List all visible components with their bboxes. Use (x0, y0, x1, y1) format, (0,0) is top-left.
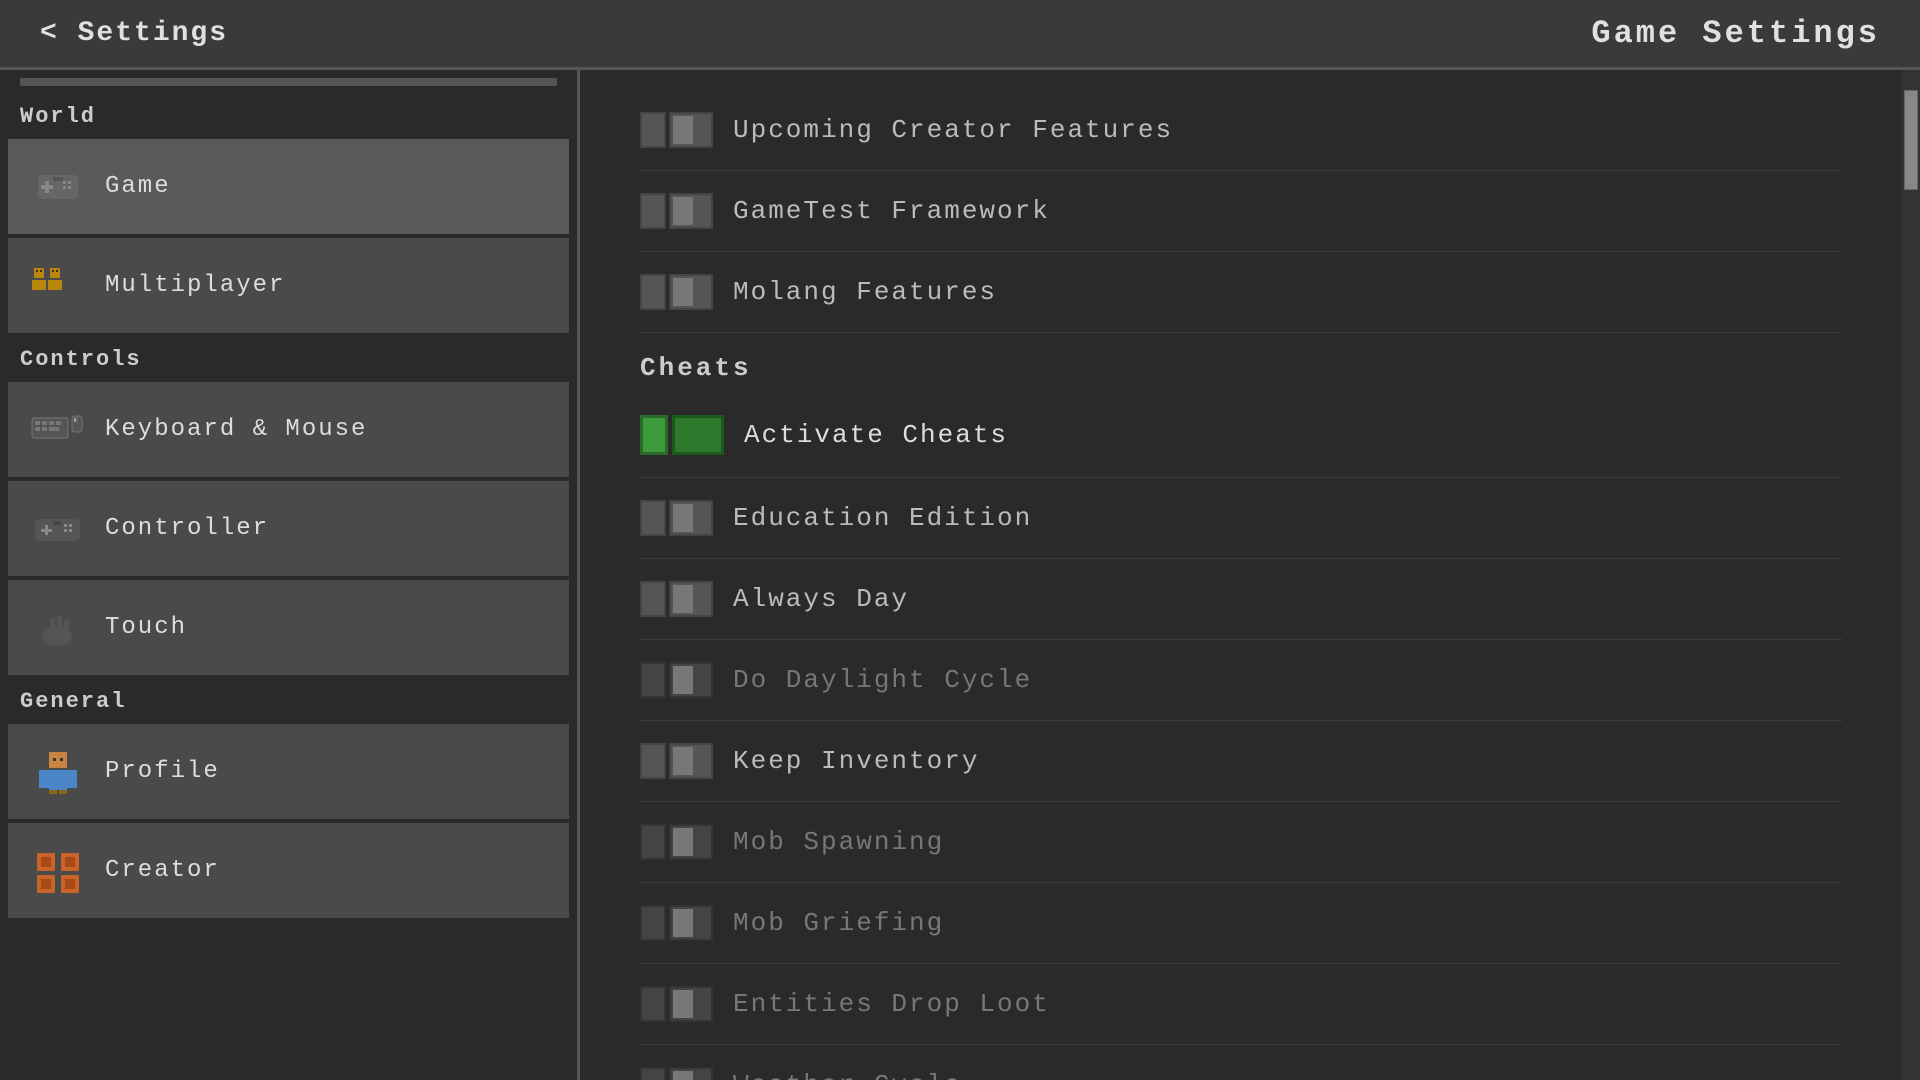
sidebar-item-controller-label: Controller (105, 515, 269, 542)
toggle-left-molang (640, 274, 666, 310)
mob-griefing-toggle[interactable] (640, 905, 713, 941)
molang-label: Molang Features (733, 277, 1842, 307)
daylight-toggle[interactable] (640, 662, 713, 698)
entities-drop-label: Entities Drop Loot (733, 989, 1842, 1019)
setting-row-mob-griefing: Mob Griefing (640, 883, 1842, 964)
mob-spawning-label: Mob Spawning (733, 827, 1842, 857)
scroll-thumb[interactable] (1904, 90, 1918, 190)
toggle-right-always-day (669, 581, 713, 617)
setting-row-keep-inventory: Keep Inventory (640, 721, 1842, 802)
always-day-label: Always Day (733, 584, 1842, 614)
toggle-right-entities (669, 986, 713, 1022)
upcoming-creator-toggle[interactable] (640, 112, 713, 148)
toggle-right-inventory (669, 743, 713, 779)
gametest-label: GameTest Framework (733, 196, 1842, 226)
sidebar-item-touch-label: Touch (105, 614, 187, 641)
sidebar-item-keyboard-label: Keyboard & Mouse (105, 416, 367, 443)
page-title: Game Settings (1591, 15, 1880, 52)
controls-section-label: Controls (0, 337, 577, 378)
toggle-right-mob-grief (669, 905, 713, 941)
toggle-right-daylight (669, 662, 713, 698)
sidebar-item-creator-label: Creator (105, 857, 220, 884)
content-area: Upcoming Creator Features GameTest Frame… (580, 70, 1902, 1080)
setting-row-weather: Weather Cycle (640, 1045, 1842, 1080)
game-icon (30, 159, 85, 214)
toggle-left-always-day (640, 581, 666, 617)
toggle-right-molang (669, 274, 713, 310)
profile-icon (30, 744, 85, 799)
toggle-left-cheats (640, 415, 668, 455)
sidebar-item-touch[interactable]: Touch (8, 580, 569, 675)
education-label: Education Edition (733, 503, 1842, 533)
main-layout: World Game (0, 70, 1920, 1080)
weather-label: Weather Cycle (733, 1070, 1842, 1080)
weather-toggle[interactable] (640, 1067, 713, 1080)
header: < Settings Game Settings (0, 0, 1920, 70)
toggle-left-weather (640, 1067, 666, 1080)
entities-drop-toggle[interactable] (640, 986, 713, 1022)
general-section-label: General (0, 679, 577, 720)
keep-inventory-label: Keep Inventory (733, 746, 1842, 776)
keyboard-icon (30, 402, 85, 457)
mob-griefing-label: Mob Griefing (733, 908, 1842, 938)
setting-row-activate-cheats: Activate Cheats (640, 393, 1842, 478)
sidebar-item-controller[interactable]: Controller (8, 481, 569, 576)
toggle-left-mob-grief (640, 905, 666, 941)
toggle-left-daylight (640, 662, 666, 698)
toggle-left-gametest (640, 193, 666, 229)
toggle-right-weather (669, 1067, 713, 1080)
education-toggle[interactable] (640, 500, 713, 536)
sidebar-item-multiplayer-label: Multiplayer (105, 272, 285, 299)
toggle-right-education (669, 500, 713, 536)
activate-cheats-label: Activate Cheats (744, 420, 1842, 450)
always-day-toggle[interactable] (640, 581, 713, 617)
setting-row-molang: Molang Features (640, 252, 1842, 333)
scroll-indicator-bar[interactable] (1902, 70, 1920, 1080)
mob-spawning-toggle[interactable] (640, 824, 713, 860)
cheats-section-label: Cheats (640, 333, 1842, 393)
setting-row-mob-spawning: Mob Spawning (640, 802, 1842, 883)
sidebar-item-creator[interactable]: Creator (8, 823, 569, 918)
toggle-right-mob-spawn (669, 824, 713, 860)
back-button[interactable]: < Settings (40, 18, 228, 49)
sidebar-item-keyboard[interactable]: Keyboard & Mouse (8, 382, 569, 477)
toggle-right-cheats (672, 415, 724, 455)
toggle-left-inventory (640, 743, 666, 779)
toggle-left-mob-spawn (640, 824, 666, 860)
upcoming-creator-label: Upcoming Creator Features (733, 115, 1842, 145)
creator-icon (30, 843, 85, 898)
gametest-toggle[interactable] (640, 193, 713, 229)
molang-toggle[interactable] (640, 274, 713, 310)
sidebar-item-profile[interactable]: Profile (8, 724, 569, 819)
keep-inventory-toggle[interactable] (640, 743, 713, 779)
activate-cheats-toggle[interactable] (640, 415, 724, 455)
back-label: < Settings (40, 18, 228, 49)
sidebar-item-multiplayer[interactable]: Multiplayer (8, 238, 569, 333)
sidebar-item-game-label: Game (105, 173, 171, 200)
setting-row-always-day: Always Day (640, 559, 1842, 640)
setting-row-education: Education Edition (640, 478, 1842, 559)
toggle-right-gametest (669, 193, 713, 229)
sidebar: World Game (0, 70, 580, 1080)
touch-icon (30, 600, 85, 655)
daylight-label: Do Daylight Cycle (733, 665, 1842, 695)
sidebar-item-game[interactable]: Game (8, 139, 569, 234)
setting-row-daylight: Do Daylight Cycle (640, 640, 1842, 721)
toggle-right-upcoming (669, 112, 713, 148)
sidebar-scroll-indicator (20, 78, 557, 86)
world-section-label: World (0, 94, 577, 135)
sidebar-item-profile-label: Profile (105, 758, 220, 785)
toggle-left-entities (640, 986, 666, 1022)
setting-row-gametest: GameTest Framework (640, 171, 1842, 252)
controller-icon (30, 501, 85, 556)
toggle-left-education (640, 500, 666, 536)
multiplayer-icon (30, 258, 85, 313)
toggle-left-upcoming (640, 112, 666, 148)
setting-row-upcoming-creator: Upcoming Creator Features (640, 90, 1842, 171)
setting-row-entities-drop: Entities Drop Loot (640, 964, 1842, 1045)
